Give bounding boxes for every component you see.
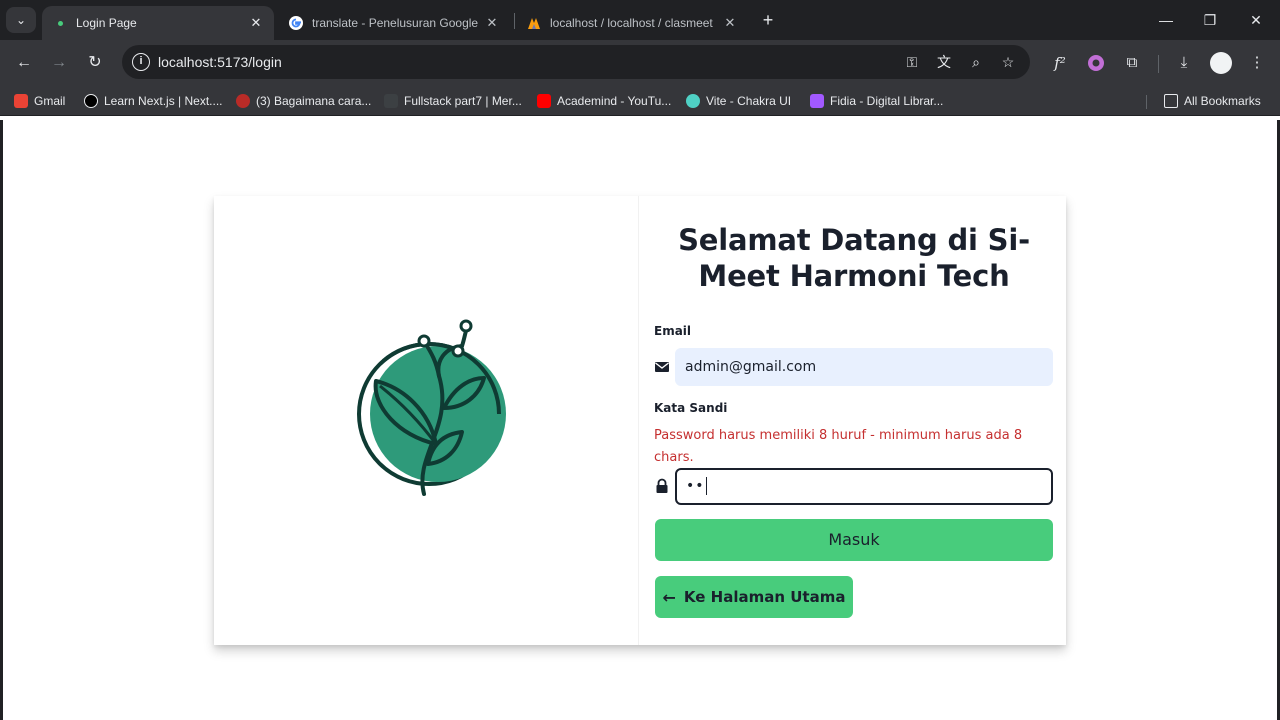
tab-google-search[interactable]: translate - Penelusuran Google ✕ [278,6,510,40]
download-icon[interactable]: ⤓ [1172,51,1196,75]
tab-title: localhost / localhost / clasmeet [550,16,713,30]
youtube-icon [537,94,551,108]
tab-title: translate - Penelusuran Google [312,16,478,30]
bookmark-gmail[interactable]: Gmail [14,92,65,110]
tab-favicon-icon [52,15,68,31]
bookmark-label: Fullstack part7 | Mer... [404,94,522,108]
browser-tabstrip: ⌄ Login Page ✕ translate - Penelusuran G… [0,0,1280,40]
email-label: Email [654,324,692,338]
envelope-icon [655,362,669,372]
password-value: •• [686,478,705,494]
toolbar-separator [1158,55,1159,73]
translate-icon[interactable]: 文 [934,52,954,72]
bookmark-fullstack[interactable]: Fullstack part7 | Mer... [384,92,522,110]
tab-separator [514,13,515,29]
window-border-left [0,120,3,720]
gmail-icon [14,94,28,108]
page-title-line-2: Meet Harmoni Tech [698,259,1010,293]
reload-icon[interactable]: ↻ [83,51,107,75]
bookmarks-separator [1146,95,1147,109]
arrow-left-icon: ← [662,587,676,607]
tab-login-page[interactable]: Login Page ✕ [42,6,274,40]
tab-close-icon[interactable]: ✕ [248,15,264,31]
text-caret [705,477,707,495]
lock-icon [656,478,668,493]
address-bar[interactable]: i localhost:5173/login ⚿ 文 ⌕ ☆ [122,45,1030,79]
formula-extension-icon[interactable]: f² [1048,51,1072,75]
window-close-icon[interactable]: ✕ [1244,8,1268,32]
address-url[interactable]: localhost:5173/login [158,45,282,79]
quora-icon [236,94,250,108]
bookmark-label: Fidia - Digital Librar... [830,94,944,108]
bookmark-chakra[interactable]: Vite - Chakra UI [686,92,791,110]
restore-icon[interactable]: ❐ [1198,8,1222,32]
bookmark-fidia[interactable]: Fidia - Digital Librar... [810,92,943,110]
bookmark-label: Learn Next.js | Next.... [104,94,223,108]
site-info-icon[interactable]: i [132,53,150,71]
zoom-icon[interactable]: ⌕ [966,52,986,72]
phpmyadmin-icon [526,15,542,31]
page-title-line-1: Selamat Datang di Si- [678,223,1030,257]
bookmarks-bar: Gmail Learn Next.js | Next.... (3) Bagai… [0,86,1280,116]
bookmark-quora[interactable]: (3) Bagaimana cara... [236,92,371,110]
bookmark-label: Academind - YouTu... [557,94,672,108]
new-tab-button[interactable]: + [758,8,778,32]
folder-icon [1164,94,1178,108]
bookmark-star-icon[interactable]: ☆ [998,52,1018,72]
card-divider [638,196,639,645]
back-arrow-icon[interactable]: ← [12,51,36,75]
chakra-icon [686,94,700,108]
profile-avatar[interactable] [1210,52,1232,74]
tab-phpmyadmin[interactable]: localhost / localhost / clasmeet ✕ [516,6,748,40]
tab-close-icon[interactable]: ✕ [722,15,738,31]
back-to-home-label: Ke Halaman Utama [683,588,846,606]
all-bookmarks-label: All Bookmarks [1184,94,1261,108]
bookmark-label: (3) Bagaimana cara... [256,94,372,108]
bookmark-academind[interactable]: Academind - YouTu... [537,92,671,110]
tab-title: Login Page [76,16,137,30]
bookmark-nextjs[interactable]: Learn Next.js | Next.... [84,92,223,110]
bookmark-label: Vite - Chakra UI [706,94,792,108]
menu-kebab-icon[interactable]: ⋮ [1245,51,1269,75]
browser-toolbar: ← → ↻ i localhost:5173/login ⚿ 文 ⌕ ☆ f² … [0,40,1280,86]
password-label: Kata Sandi [654,401,728,415]
login-card: Selamat Datang di Si- Meet Harmoni Tech … [214,196,1066,645]
nextjs-icon [84,94,98,108]
fullstack-icon [384,94,398,108]
tab-close-icon[interactable]: ✕ [484,15,500,31]
bookmark-label: Gmail [34,94,66,108]
back-to-home-button[interactable]: ← Ke Halaman Utama [655,576,853,618]
extension-purple-icon[interactable] [1084,51,1108,75]
minimize-icon[interactable]: — [1154,8,1178,32]
page-title: Selamat Datang di Si- Meet Harmoni Tech [659,222,1049,294]
forward-arrow-icon[interactable]: → [47,51,71,75]
password-error-message: Password harus memiliki 8 huruf - minimu… [654,428,1023,465]
google-icon [288,15,304,31]
masuk-button[interactable]: Masuk [655,519,1053,561]
all-bookmarks-button[interactable]: All Bookmarks [1164,92,1261,110]
tab-search-button[interactable]: ⌄ [6,7,36,33]
figma-icon [810,94,824,108]
email-field[interactable]: admin@gmail.com [675,348,1053,386]
extensions-puzzle-icon[interactable]: ⧉ [1120,51,1144,75]
leaf-logo-icon [357,319,506,496]
password-key-icon[interactable]: ⚿ [902,52,922,72]
password-field[interactable]: •• [675,468,1053,505]
